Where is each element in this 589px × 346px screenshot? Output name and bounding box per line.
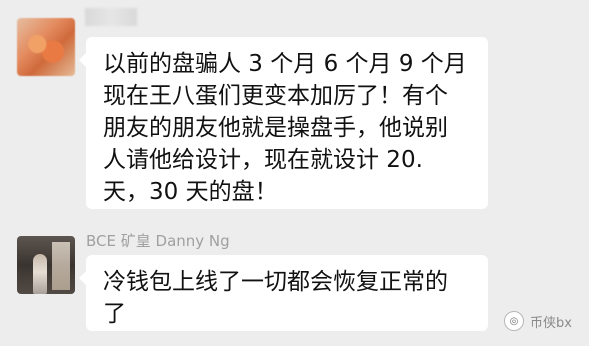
message-1-line-1: 以前的盘骗人 3 个月 6 个月 9 个月	[103, 51, 467, 77]
sender-name-blurred	[85, 8, 137, 26]
message-1-line-4: 人请他给设计，现在就设计 20.	[103, 147, 423, 173]
avatar-sender-1[interactable]	[17, 18, 75, 76]
message-1-line-3: 朋友的朋友他就是操盘手，他说别	[103, 115, 448, 141]
message-1-line-5: 天，30 天的盘！	[103, 179, 278, 205]
avatar-sender-2[interactable]	[17, 236, 75, 294]
watermark-text: 币侠bx	[530, 315, 572, 331]
message-bubble-1[interactable]: 以前的盘骗人 3 个月 6 个月 9 个月 现在王八蛋们更变本加厉了！有个 朋友…	[79, 37, 488, 209]
message-2-line-1: 冷钱包上线了一切都会恢复正常的	[103, 269, 448, 295]
avatar-person	[33, 254, 47, 294]
watermark: ◎ 币侠bx	[504, 311, 572, 331]
sender-name-2: BCE 矿皇 Danny Ng	[86, 232, 230, 250]
message-2-line-2: 了	[103, 301, 126, 327]
avatar-background-detail	[52, 242, 70, 290]
message-bubble-2[interactable]: 冷钱包上线了一切都会恢复正常的 了	[79, 255, 488, 331]
wechat-icon: ◎	[504, 311, 524, 331]
message-1-line-2: 现在王八蛋们更变本加厉了！有个	[103, 83, 448, 109]
